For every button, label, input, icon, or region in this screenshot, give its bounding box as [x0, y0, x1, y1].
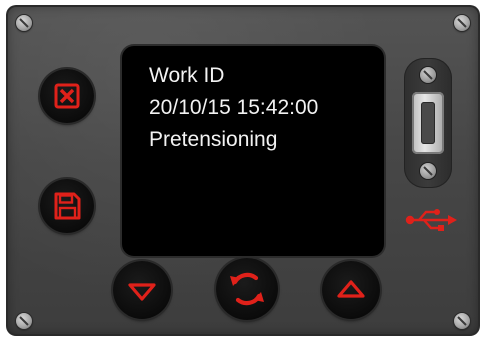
screw-icon — [16, 313, 32, 329]
triangle-down-icon — [128, 283, 156, 301]
data-port — [404, 58, 452, 188]
close-icon — [54, 83, 80, 109]
screw-icon — [420, 67, 436, 83]
port-socket — [412, 92, 444, 154]
screw-icon — [16, 15, 32, 31]
floppy-disk-icon — [54, 192, 81, 220]
datetime-text: 20/10/15 15:42:00 — [149, 96, 319, 119]
triangle-up-icon — [337, 280, 365, 298]
refresh-icon — [230, 272, 264, 306]
display-screen: Work ID 20/10/15 15:42:00 Pretensioning — [122, 46, 384, 256]
cancel-button[interactable] — [40, 69, 94, 123]
mode-status-text: Pretensioning — [149, 128, 278, 151]
device-panel: Work ID 20/10/15 15:42:00 Pretensioning — [6, 5, 480, 336]
save-button[interactable] — [40, 179, 94, 233]
screw-icon — [420, 163, 436, 179]
up-button[interactable] — [322, 261, 380, 319]
refresh-button[interactable] — [216, 258, 278, 320]
down-button[interactable] — [113, 261, 171, 319]
usb-icon — [405, 209, 457, 231]
work-id-label: Work ID — [149, 64, 225, 87]
screw-icon — [454, 15, 470, 31]
screw-icon — [454, 313, 470, 329]
